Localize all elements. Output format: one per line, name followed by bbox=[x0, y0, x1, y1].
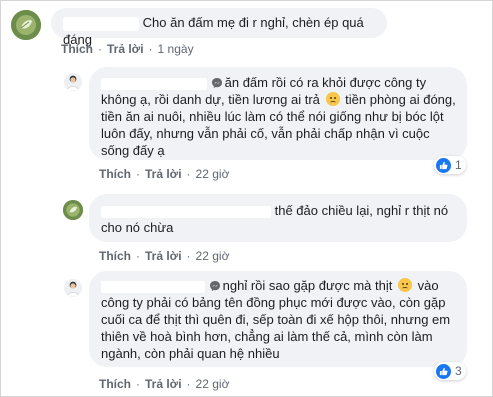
redacted-username bbox=[101, 280, 205, 293]
like-icon bbox=[436, 157, 451, 173]
reply-link[interactable]: Trả lời bbox=[145, 249, 182, 263]
comment-text-2-line-5: luôn đấy, nhưng vẫn phải cố, vẫn phải ch… bbox=[101, 126, 430, 141]
comment-actions-3: Thích · Trả lời · 22 giờ bbox=[99, 249, 230, 263]
comment-text-2-line-2: không ạ, rồi danh dự, tiền lương ai trả bbox=[101, 92, 320, 107]
timestamp[interactable]: 1 ngày bbox=[158, 42, 194, 56]
like-link[interactable]: Thích bbox=[61, 42, 93, 56]
comment-text-2-line-3: tiền phòng ai đóng, bbox=[345, 92, 456, 107]
timestamp[interactable]: 22 giờ bbox=[196, 249, 230, 263]
comment-text-4-line-2: vào bbox=[417, 278, 439, 293]
comment-text-4-line-5: thiên về hoà bình hơn, chẳng ai làm thế … bbox=[101, 329, 433, 344]
comment-actions-1: Thích · Trả lời · 1 ngày bbox=[61, 42, 194, 56]
comment-bubble-1: Cho ăn đấm mẹ đi r nghỉ, chèn ép quá đán… bbox=[51, 8, 387, 47]
reply-link[interactable]: Trả lời bbox=[107, 42, 144, 56]
like-icon bbox=[436, 363, 451, 379]
person-avatar-icon[interactable] bbox=[64, 73, 82, 91]
comment-text-4-line-3: công ty phải có bảng tên đồng phục mới đ… bbox=[101, 295, 446, 310]
disappointed-face-icon bbox=[397, 278, 412, 292]
comment-bubble-2: ăn đấm rồi có ra khỏi được công ty không… bbox=[89, 67, 467, 160]
person-avatar-icon[interactable] bbox=[64, 279, 82, 297]
comment-bubble-3: thế đảo chiều lại, nghỉ r thịt nó cho nó… bbox=[89, 194, 467, 242]
redacted-username bbox=[63, 16, 139, 31]
reaction-count: 1 bbox=[455, 158, 462, 172]
timestamp[interactable]: 22 giờ bbox=[196, 377, 230, 391]
reaction-count-badge[interactable]: 1 bbox=[434, 156, 466, 174]
comment-text-2-line-1: ăn đấm rồi có ra khỏi được công ty bbox=[224, 75, 427, 90]
comment-text-3-line-1: thế đảo chiều lại, nghỉ r thịt nó bbox=[274, 203, 449, 218]
messenger-icon bbox=[211, 78, 222, 88]
like-link[interactable]: Thích bbox=[99, 167, 131, 181]
comment-text-4-line-1: nghỉ rồi sao gặp được mà thịt bbox=[222, 278, 393, 293]
messenger-icon bbox=[209, 281, 220, 291]
disappointed-face-icon bbox=[325, 92, 340, 106]
comment-text-4-line-6: ngành, còn phải quan hệ nhiều bbox=[101, 346, 280, 361]
comment-bubble-4: nghỉ rồi sao gặp được mà thịt vào công t… bbox=[89, 271, 467, 367]
leaf-avatar-icon[interactable] bbox=[11, 10, 41, 40]
like-link[interactable]: Thích bbox=[99, 377, 131, 391]
redacted-username bbox=[101, 205, 271, 218]
reaction-count: 3 bbox=[455, 364, 462, 378]
reply-link[interactable]: Trả lời bbox=[145, 377, 182, 391]
like-link[interactable]: Thích bbox=[99, 249, 131, 263]
comment-text-4-line-4: cuối ca để thịt thì quên đi, sếp toàn đi… bbox=[101, 312, 451, 327]
comment-actions-2: Thích · Trả lời · 22 giờ bbox=[99, 167, 230, 181]
comment-actions-4: Thích · Trả lời · 22 giờ bbox=[99, 377, 230, 391]
comment-thread: Cho ăn đấm mẹ đi r nghỉ, chèn ép quá đán… bbox=[0, 0, 493, 397]
comment-text-3-line-2: cho nó chừa bbox=[101, 220, 174, 235]
reaction-count-badge[interactable]: 3 bbox=[434, 362, 466, 380]
redacted-username bbox=[101, 77, 207, 90]
timestamp[interactable]: 22 giờ bbox=[196, 167, 230, 181]
comment-text-2-line-6: sống đấy ạ bbox=[101, 143, 165, 158]
reply-link[interactable]: Trả lời bbox=[145, 167, 182, 181]
leaf-avatar-icon[interactable] bbox=[63, 200, 83, 220]
comment-text-2-line-4: tiền ăn ai nuôi, nhiều lúc làm có thể nó… bbox=[101, 109, 444, 124]
